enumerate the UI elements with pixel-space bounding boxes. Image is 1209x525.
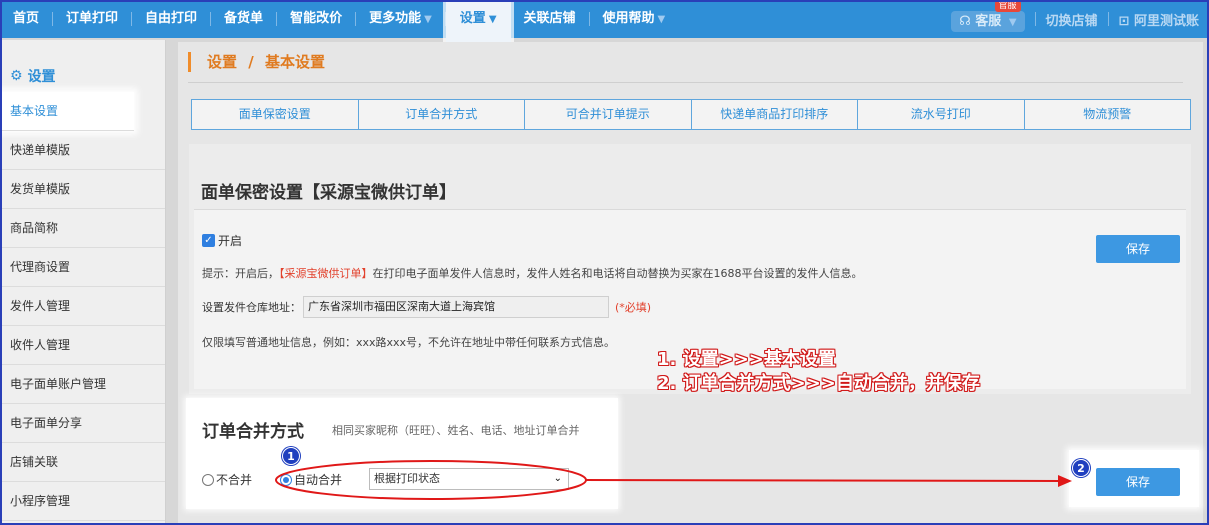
no-merge-label: 不合并 bbox=[216, 473, 253, 487]
nav-help-label: 使用帮助 bbox=[602, 11, 655, 26]
address-label: 设置发件仓库地址： bbox=[202, 301, 301, 314]
auto-merge-label: 自动合并 bbox=[294, 473, 343, 487]
breadcrumb-separator: / bbox=[248, 53, 254, 71]
nav-more-features[interactable]: 更多功能 ▼ bbox=[356, 0, 445, 38]
tab-merge-mode[interactable]: 订单合并方式 bbox=[359, 100, 525, 129]
service-badge: 官服 bbox=[994, 0, 1021, 12]
tip-suffix: 在打印电子面单发件人信息时，发件人姓名和电话将自动替换为买家在1688平台设置的… bbox=[372, 267, 863, 280]
merge-save-button[interactable]: 保存 bbox=[1096, 468, 1180, 496]
nav-stock-list[interactable]: 备货单 bbox=[211, 0, 276, 38]
radio-auto-merge[interactable] bbox=[280, 473, 293, 486]
sidebar-item-product-alias[interactable]: 商品简称 bbox=[0, 209, 165, 248]
sidebar-title: 设置 bbox=[27, 69, 56, 85]
nav-home[interactable]: 首页 bbox=[0, 0, 52, 38]
nav-smart-price[interactable]: 智能改价 bbox=[277, 0, 355, 38]
nav-order-print[interactable]: 订单打印 bbox=[53, 0, 131, 38]
chevron-down-icon: ⌄ bbox=[553, 473, 562, 484]
merge-subtitle: 相同买家昵称（旺旺）、姓名、电话、地址订单合并 bbox=[332, 424, 580, 437]
sidebar-item-express-template[interactable]: 快递单模版 bbox=[0, 131, 165, 170]
account-name: 阿里测试账 bbox=[1133, 13, 1199, 29]
service-pill: ☊ 客服 ▼ 官服 bbox=[951, 0, 1025, 32]
breadcrumb-current: 基本设置 bbox=[264, 53, 325, 71]
chevron-down-icon: ▼ bbox=[657, 14, 666, 25]
tip-highlight: 【采源宝微供订单】 bbox=[279, 267, 373, 280]
radio-no-merge[interactable] bbox=[202, 473, 214, 486]
nav-settings-label: 设置 bbox=[459, 11, 486, 26]
required-hint: (*必填) bbox=[615, 301, 652, 314]
customer-service-button[interactable]: ☊ 客服 ▼ 官服 bbox=[941, 0, 1034, 32]
sidebar-item-receiver-management[interactable]: 收件人管理 bbox=[0, 326, 165, 365]
nav-more-label: 更多功能 bbox=[369, 11, 422, 26]
breadcrumb: 设置 / 基本设置 bbox=[188, 52, 325, 72]
sidebar-header: ⚙ 设置 bbox=[0, 40, 165, 92]
tab-serial-print[interactable]: 流水号打印 bbox=[858, 100, 1025, 129]
tab-print-sort[interactable]: 快递单商品打印排序 bbox=[692, 100, 858, 129]
user-icon: ⊡ bbox=[1118, 13, 1130, 29]
warehouse-address-input[interactable]: 广东省深圳市福田区深南大道上海宾馆 bbox=[303, 296, 609, 318]
tab-merge-hint[interactable]: 可合并订单提示 bbox=[525, 100, 692, 129]
merge-options: 不合并 自动合并 bbox=[202, 471, 342, 488]
nav-help[interactable]: 使用帮助 ▼ bbox=[590, 0, 679, 38]
switch-shop-button[interactable]: 切换店铺 bbox=[1036, 10, 1108, 29]
sidebar-item-ewaybill-accounts[interactable]: 电子面单账户管理 bbox=[0, 365, 165, 404]
breadcrumb-divider bbox=[188, 82, 1183, 83]
sidebar-item-invoice-template[interactable]: 发货单模版 bbox=[0, 170, 165, 209]
nav-right: ☊ 客服 ▼ 官服 切换店铺 ⊡ 阿里测试账 bbox=[941, 0, 1209, 38]
merge-title: 订单合并方式 bbox=[202, 422, 304, 442]
step-marker-1: 1 bbox=[282, 447, 300, 465]
tab-secrecy[interactable]: 面单保密设置 bbox=[192, 100, 359, 129]
secrecy-title: 面单保密设置【采源宝微供订单】 bbox=[201, 183, 456, 203]
gear-icon: ⚙ bbox=[10, 68, 23, 84]
instruction-annotation: 1. 设置>>>基本设置 2. 订单合并方式>>>自动合并，并保存 bbox=[657, 348, 980, 396]
nav-linked-shops[interactable]: 关联店铺 bbox=[511, 0, 589, 38]
chevron-down-icon: ▼ bbox=[1008, 16, 1017, 28]
enable-checkbox[interactable]: ✓ bbox=[202, 234, 215, 247]
sidebar-item-ewaybill-share[interactable]: 电子面单分享 bbox=[0, 404, 165, 443]
merge-mode-select[interactable]: 根据打印状态 ⌄ bbox=[369, 468, 569, 490]
merge-section: 订单合并方式 相同买家昵称（旺旺）、姓名、电话、地址订单合并 不合并 自动合并 … bbox=[186, 398, 618, 509]
sidebar: ⚙ 设置 基本设置 快递单模版 发货单模版 商品简称 代理商设置 发件人管理 收… bbox=[0, 40, 166, 525]
step-marker-2: 2 bbox=[1072, 459, 1090, 477]
address-note: 仅限填写普通地址信息，例如：xxx路xxx号，不允许在地址中带任何联系方式信息。 bbox=[202, 336, 616, 349]
sidebar-item-sender-management[interactable]: 发件人管理 bbox=[0, 287, 165, 326]
secrecy-tip: 提示：开启后，【采源宝微供订单】在打印电子面单发件人信息时，发件人姓名和电话将自… bbox=[202, 265, 863, 281]
secrecy-save-button[interactable]: 保存 bbox=[1096, 235, 1180, 263]
merge-save-highlight: 保存 bbox=[1069, 450, 1199, 507]
tip-prefix: 提示：开启后， bbox=[202, 267, 279, 280]
headset-icon: ☊ bbox=[959, 13, 971, 29]
sidebar-item-basic-settings[interactable]: 基本设置 bbox=[0, 92, 134, 131]
sidebar-item-agent-settings[interactable]: 代理商设置 bbox=[0, 248, 165, 287]
merge-mode-value: 根据打印状态 bbox=[374, 472, 440, 485]
instruction-line-1: 1. 设置>>>基本设置 bbox=[657, 349, 836, 370]
main-content: 设置 / 基本设置 面单保密设置 订单合并方式 可合并订单提示 快递单商品打印排… bbox=[178, 42, 1203, 525]
nav-free-print[interactable]: 自由打印 bbox=[132, 0, 210, 38]
nav-settings[interactable]: 设置 ▼ bbox=[445, 0, 511, 42]
service-label: 客服 bbox=[975, 13, 1002, 29]
tab-logistics-alert[interactable]: 物流预警 bbox=[1025, 100, 1191, 129]
instruction-line-2: 2. 订单合并方式>>>自动合并，并保存 bbox=[657, 373, 980, 394]
enable-label: 开启 bbox=[218, 234, 243, 248]
sidebar-item-miniprogram[interactable]: 小程序管理 bbox=[0, 482, 165, 521]
settings-tabs: 面单保密设置 订单合并方式 可合并订单提示 快递单商品打印排序 流水号打印 物流… bbox=[191, 99, 1191, 130]
enable-row: ✓ 开启 bbox=[202, 232, 242, 249]
top-nav: 首页 订单打印 自由打印 备货单 智能改价 更多功能 ▼ 设置 ▼ 关联店铺 使用帮… bbox=[0, 0, 1209, 42]
sidebar-item-shop-link[interactable]: 店铺关联 bbox=[0, 443, 165, 482]
account-menu[interactable]: ⊡ 阿里测试账 bbox=[1109, 10, 1209, 29]
chevron-down-icon: ▼ bbox=[424, 14, 432, 25]
breadcrumb-parent[interactable]: 设置 bbox=[207, 53, 237, 71]
chevron-down-icon: ▼ bbox=[488, 14, 497, 25]
address-row: 设置发件仓库地址： 广东省深圳市福田区深南大道上海宾馆 (*必填) bbox=[202, 296, 651, 318]
